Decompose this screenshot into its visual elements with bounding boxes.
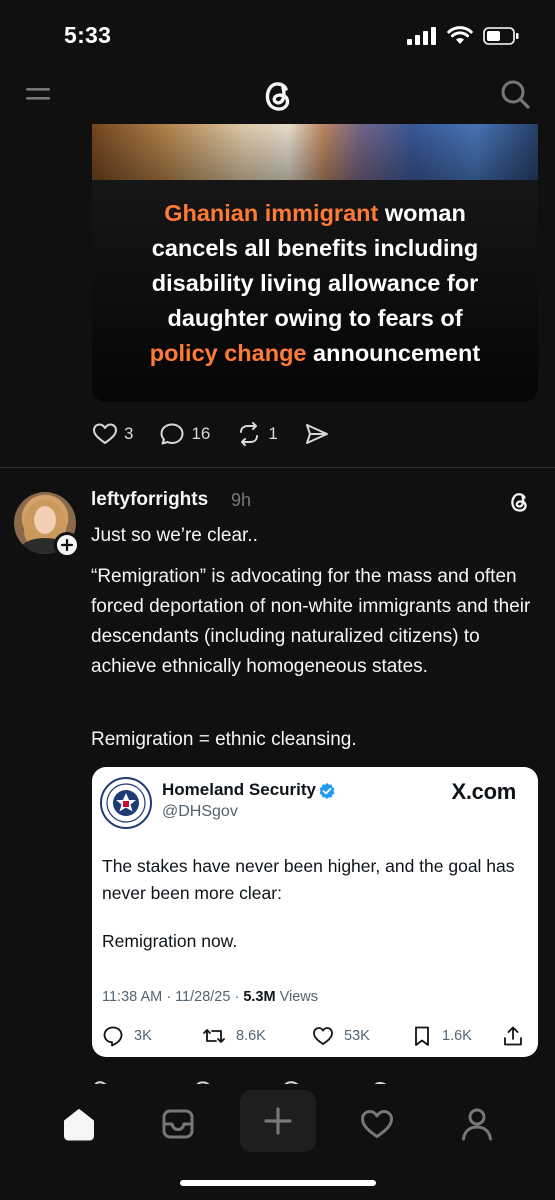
embed-text: The stakes have never been higher, and t… bbox=[102, 856, 515, 903]
post-text-line: Remigration = ethnic cleansing. bbox=[91, 729, 357, 750]
follow-plus-button[interactable] bbox=[54, 532, 80, 558]
embed-actions: 3K 8.6K 53K 1.6K bbox=[102, 1025, 526, 1049]
heart-icon bbox=[361, 1110, 393, 1138]
embed-reply: 3K bbox=[102, 1025, 152, 1047]
eagle-seal-icon bbox=[106, 783, 146, 823]
plus-icon bbox=[61, 539, 73, 551]
headline-text: disability living allowance for bbox=[151, 270, 479, 296]
reply-count: 16 bbox=[191, 424, 211, 443]
home-indicator[interactable] bbox=[180, 1180, 376, 1186]
post-actions: 3 16 1 bbox=[92, 422, 356, 446]
embed-views-count: 5.3M bbox=[243, 989, 276, 1005]
embed-share bbox=[502, 1025, 524, 1047]
embed-text-2: Remigration now. bbox=[102, 931, 238, 951]
heart-icon bbox=[93, 423, 117, 444]
embed-like: 53K bbox=[312, 1025, 370, 1047]
headline-text: announcement bbox=[306, 340, 481, 366]
media-headline: Ghanian immigrant woman cancels all benef… bbox=[92, 196, 538, 371]
like-count: 3 bbox=[124, 424, 134, 443]
tab-inbox[interactable] bbox=[156, 1102, 200, 1146]
share-upload-icon bbox=[504, 1026, 522, 1046]
profile-icon bbox=[462, 1108, 492, 1141]
top-nav bbox=[0, 70, 555, 122]
status-icons bbox=[407, 26, 519, 45]
cellular-signal-icon bbox=[407, 26, 436, 45]
embed-repost-count: 8.6K bbox=[236, 1028, 266, 1044]
headline-highlight: Ghanian immigrant bbox=[164, 200, 379, 226]
headline-highlight: policy change bbox=[149, 340, 307, 366]
embedded-tweet-card[interactable]: Homeland Security @DHSgov X.com The stak… bbox=[92, 767, 538, 1057]
status-time: 5:33 bbox=[64, 22, 112, 48]
like-button[interactable]: 3 bbox=[92, 422, 133, 446]
headline-line: daughter owing to fears of bbox=[92, 301, 538, 336]
repost-icon bbox=[240, 422, 259, 446]
tab-profile[interactable] bbox=[455, 1102, 499, 1146]
tab-home[interactable] bbox=[57, 1102, 101, 1146]
embed-reply-count: 3K bbox=[134, 1028, 152, 1044]
headline-line: Ghanian immigrant woman bbox=[92, 196, 538, 231]
post-text-paragraph: “Remigration” is advocating for the mass… bbox=[91, 566, 531, 677]
menu-icon[interactable] bbox=[26, 84, 50, 104]
heart-outline-icon bbox=[313, 1027, 333, 1045]
send-icon bbox=[305, 424, 328, 444]
post-text-line: Just so we’re clear.. bbox=[91, 525, 258, 546]
verified-badge-icon bbox=[319, 783, 335, 799]
embed-views-label: Views bbox=[275, 989, 319, 1005]
embed-bookmark: 1.6K bbox=[412, 1025, 472, 1047]
status-bar: 5:33 bbox=[0, 0, 555, 70]
threads-small-icon[interactable] bbox=[507, 489, 531, 515]
wifi-icon bbox=[447, 26, 473, 44]
embed-handle: @DHSgov bbox=[162, 803, 238, 820]
embed-meta: 11:38 AM · 11/28/25 · 5.3M Views bbox=[102, 989, 318, 1005]
embed-like-count: 53K bbox=[344, 1028, 370, 1044]
embed-account-name: Homeland Security bbox=[162, 780, 316, 799]
home-icon bbox=[64, 1109, 94, 1141]
headline-text: cancels all benefits including bbox=[151, 235, 479, 261]
headline-line: cancels all benefits including bbox=[92, 231, 538, 266]
post-media-image[interactable]: Ghanian immigrant woman cancels all benef… bbox=[92, 124, 538, 402]
threads-logo-icon[interactable] bbox=[259, 76, 297, 116]
headline-text: daughter owing to fears of bbox=[167, 305, 463, 331]
battery-icon bbox=[483, 26, 519, 45]
source-label: X.com bbox=[451, 779, 516, 804]
post-timestamp: 9h bbox=[231, 490, 252, 510]
post-username[interactable]: leftyforrights bbox=[91, 489, 208, 511]
repost-count: 1 bbox=[268, 424, 278, 443]
inbox-icon bbox=[162, 1109, 194, 1139]
headline-line: disability living allowance for bbox=[92, 266, 538, 301]
post-divider bbox=[0, 467, 555, 468]
next-post-peek bbox=[92, 1074, 412, 1084]
headline-line: policy change announcement bbox=[92, 336, 538, 371]
share-button[interactable] bbox=[304, 422, 330, 446]
tab-activity[interactable] bbox=[355, 1102, 399, 1146]
bookmark-icon bbox=[415, 1026, 429, 1046]
retweet-icon bbox=[203, 1029, 225, 1043]
headline-text: woman bbox=[378, 200, 466, 226]
embed-bookmark-count: 1.6K bbox=[442, 1028, 472, 1044]
comment-icon bbox=[160, 423, 184, 445]
create-post-button[interactable] bbox=[240, 1090, 316, 1152]
embed-repost: 8.6K bbox=[202, 1025, 266, 1047]
dhs-seal-avatar bbox=[100, 777, 152, 829]
repost-button[interactable]: 1 bbox=[236, 422, 278, 446]
reply-icon bbox=[103, 1026, 123, 1047]
search-icon[interactable] bbox=[499, 78, 531, 110]
plus-icon bbox=[264, 1107, 292, 1135]
embed-timestamp: 11:38 AM · 11/28/25 · bbox=[102, 989, 244, 1005]
reply-button[interactable]: 16 bbox=[159, 422, 210, 446]
